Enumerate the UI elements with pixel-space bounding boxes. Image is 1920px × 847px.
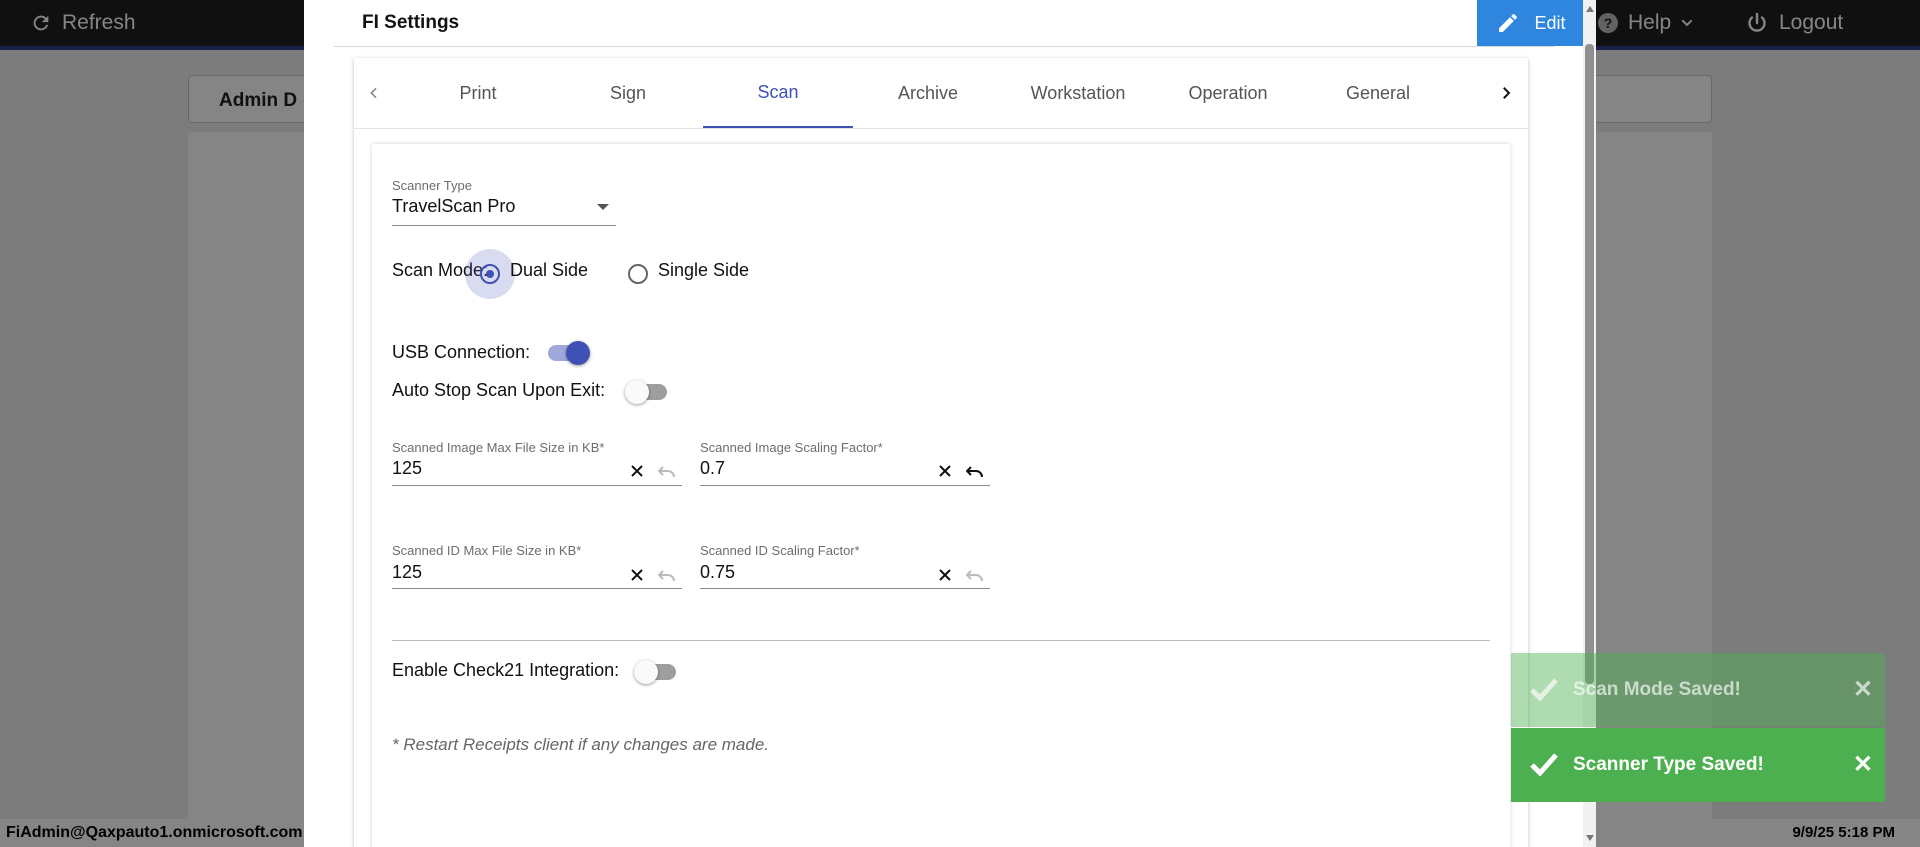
single-side-label[interactable]: Single Side: [658, 260, 749, 281]
tab-general[interactable]: General: [1303, 58, 1453, 128]
tab-sign[interactable]: Sign: [553, 58, 703, 128]
auto-stop-toggle[interactable]: [625, 378, 675, 406]
auto-stop-label: Auto Stop Scan Upon Exit:: [392, 380, 606, 400]
tab-workstation[interactable]: Workstation: [1003, 58, 1153, 128]
id-scaling-label: Scanned ID Scaling Factor*: [700, 543, 860, 558]
image-max-size-label: Scanned Image Max File Size in KB*: [392, 440, 605, 455]
scroll-down-button[interactable]: [1583, 831, 1596, 845]
close-icon: [939, 569, 951, 581]
toast-close-button[interactable]: ✕: [1853, 675, 1873, 704]
image-scaling-input[interactable]: 0.7: [700, 458, 725, 479]
undo-icon: [966, 570, 983, 582]
tab-scroll-right[interactable]: [1486, 58, 1526, 128]
id-scaling-clear[interactable]: [934, 564, 956, 586]
usb-connection-toggle[interactable]: [548, 339, 598, 367]
dialog-header: FI Settings Edit: [334, 0, 1585, 47]
tab-scan[interactable]: Scan: [703, 58, 853, 128]
dialog-title: FI Settings: [362, 12, 460, 33]
undo-icon: [658, 466, 675, 478]
radio-selected-dot: [486, 270, 494, 278]
pencil-icon: [1499, 13, 1518, 33]
check-icon: [1530, 753, 1558, 776]
image-scaling-label: Scanned Image Scaling Factor*: [700, 440, 883, 455]
tab-operation[interactable]: Operation: [1153, 58, 1303, 128]
id-max-size-input[interactable]: 125: [392, 562, 422, 583]
id-scaling-input[interactable]: 0.75: [700, 562, 735, 583]
toast-scan-mode-saved: Scan Mode Saved! ✕: [1511, 653, 1885, 727]
id-max-size-underline: [392, 588, 682, 589]
image-max-size-underline: [392, 485, 682, 486]
dual-side-label[interactable]: Dual Side: [510, 260, 588, 281]
toggle-thumb: [625, 380, 649, 404]
id-max-size-clear[interactable]: [626, 564, 648, 586]
tab-print[interactable]: Print: [403, 58, 553, 128]
check21-toggle[interactable]: [634, 658, 684, 686]
undo-icon: [658, 570, 675, 582]
close-icon: [939, 465, 951, 477]
id-max-size-undo[interactable]: [656, 564, 678, 586]
image-scaling-clear[interactable]: [934, 460, 956, 482]
image-max-size-input[interactable]: 125: [392, 458, 422, 479]
close-icon: [631, 569, 643, 581]
scanner-type-value: TravelScan Pro: [392, 196, 516, 216]
toast-message: Scanner Type Saved!: [1573, 754, 1764, 775]
radio-dual-side[interactable]: [480, 264, 500, 284]
radio-single-side[interactable]: [628, 264, 648, 284]
image-scaling-underline: [700, 485, 990, 486]
scanner-type-underline: [392, 225, 616, 226]
close-icon: [631, 465, 643, 477]
usb-connection-label: USB Connection:: [392, 342, 531, 362]
tab-archive[interactable]: Archive: [853, 58, 1003, 128]
id-scaling-undo[interactable]: [964, 564, 986, 586]
chevron-left-icon: [370, 87, 377, 99]
scanner-type-label: Scanner Type: [392, 178, 472, 193]
edit-button[interactable]: Edit: [1477, 0, 1585, 46]
check21-label: Enable Check21 Integration:: [392, 660, 620, 680]
dialog-scrollbar-thumb[interactable]: [1585, 44, 1594, 684]
undo-icon: [966, 466, 983, 478]
scan-settings-card: Scanner Type TravelScan Pro Scan Mode: D…: [372, 144, 1510, 847]
edit-label: Edit: [1534, 12, 1566, 33]
chevron-right-icon: [1503, 87, 1511, 99]
tab-bar: Print Sign Scan Archive Workstation Oper…: [354, 58, 1528, 129]
scroll-down-icon: [1585, 835, 1594, 841]
toast-message: Scan Mode Saved!: [1573, 679, 1741, 700]
fi-settings-dialog: FI Settings Edit Print Sign Scan Archive…: [304, 0, 1596, 847]
tab-scroll-left[interactable]: [354, 58, 394, 128]
image-max-size-clear[interactable]: [626, 460, 648, 482]
scroll-up-icon: [1585, 6, 1594, 12]
settings-tabs-panel: Print Sign Scan Archive Workstation Oper…: [354, 58, 1528, 847]
scroll-up-button[interactable]: [1583, 2, 1596, 16]
check-icon: [1530, 678, 1558, 701]
toast-close-button[interactable]: ✕: [1853, 750, 1873, 779]
id-scaling-underline: [700, 588, 990, 589]
toast-scanner-type-saved: Scanner Type Saved! ✕: [1511, 728, 1885, 802]
dropdown-arrow-icon: [597, 204, 609, 210]
scanner-type-select[interactable]: TravelScan Pro: [392, 194, 616, 224]
restart-note: * Restart Receipts client if any changes…: [392, 735, 770, 754]
toggle-thumb: [634, 660, 658, 684]
id-max-size-label: Scanned ID Max File Size in KB*: [392, 543, 582, 558]
image-scaling-undo[interactable]: [964, 460, 986, 482]
toggle-thumb: [566, 341, 590, 365]
section-divider: [392, 640, 1490, 641]
image-max-size-undo[interactable]: [656, 460, 678, 482]
